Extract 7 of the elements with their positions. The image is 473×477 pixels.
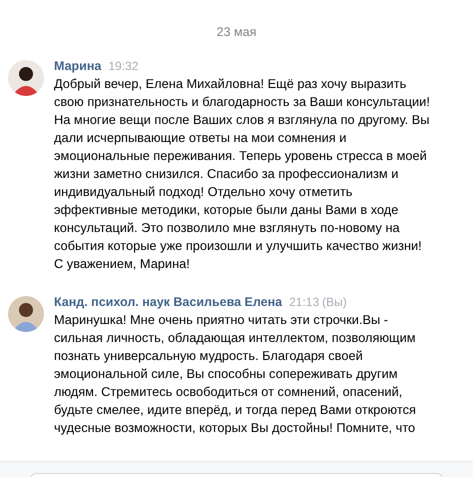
message-text: Добрый вечер, Елена Михайловна! Ещё раз хочу выразить свою признательность и благодарность за Ваши консультации! На многие вещи после Ваших слов я взглянула по другому. Вы дали исчерпывающие ответы на мои сомнения и эмоциональные переживания. Теперь уровень стресса в моей жизни заметно снизился. Спасибо за профессионализм и индивидуальный подход! Отдельно хочу отметить эффективные методики, которые были даны Вами в ходе консультаций. Это позволило мне взглянуть по-новому на события которые уже произошли и улучшить качество жизни! (54, 75, 431, 255)
message-signature: С уважением, Марина! (54, 255, 191, 273)
author-name[interactable]: Канд. психол. наук Васильева Елена (54, 293, 282, 311)
own-message-label: (Вы) (322, 294, 347, 311)
message-text: Маринушка! Мне очень приятно читать эти строчки.Вы - сильная личность, обладающая интеллектом, позволяющим познать универсальную мудрость. Благодаря своей эмоциональной силе, Вы способны сопереживать другим людям. Стремитесь освободиться от сомнений, опасений, будьте смелее, идите вперёд, и тогда перед Вами откроются чудесные возможности, которых Вы достойны! Помните, что (54, 311, 417, 437)
date-separator: 23 мая (216, 25, 256, 39)
author-name[interactable]: Марина (54, 57, 102, 75)
